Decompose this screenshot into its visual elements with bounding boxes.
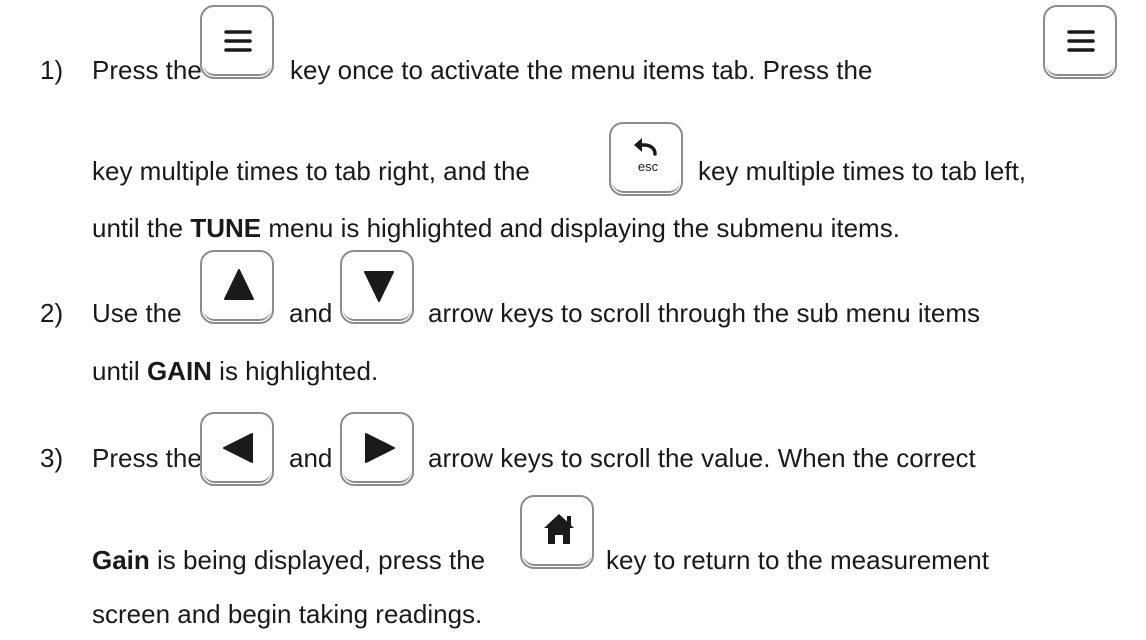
right-arrow-icon <box>365 433 395 463</box>
step-1-text: key multiple times to tab right, and the <box>92 156 530 186</box>
step-3-number: 3) <box>40 443 64 473</box>
back-esc-icon: esc <box>634 138 659 174</box>
step-1-text: key once to activate the menu items tab.… <box>290 55 873 85</box>
step-3-text: and <box>289 443 333 473</box>
right-key-button[interactable] <box>340 412 414 486</box>
menu-key-button[interactable] <box>200 5 274 79</box>
menu-key-button[interactable] <box>1043 5 1117 79</box>
step-2-text: and <box>289 298 333 328</box>
step-3-text: arrow keys to scroll the value. When the… <box>428 443 976 473</box>
esc-key-button[interactable]: esc <box>609 122 683 196</box>
step-3-text: Press the <box>92 443 202 473</box>
step-1-text: key multiple times to tab left, <box>698 156 1027 186</box>
step-3-text: screen and begin taking readings. <box>92 599 483 629</box>
up-key-button[interactable] <box>200 250 274 324</box>
left-key-button[interactable] <box>200 412 274 486</box>
step-1-number: 1) <box>40 55 64 85</box>
home-icon <box>544 514 574 544</box>
step-2-text: arrow keys to scroll through the sub men… <box>428 298 981 328</box>
down-key-button[interactable] <box>340 250 414 324</box>
step-1-text: Press the <box>92 55 202 85</box>
step-2-text: Use the <box>92 298 182 328</box>
step-2-number: 2) <box>40 298 64 328</box>
gain-label: GAIN <box>146 356 212 386</box>
gain-label: Gain <box>92 545 150 575</box>
down-arrow-icon <box>364 271 394 302</box>
left-arrow-icon <box>223 433 253 463</box>
step-3-text: Gain is being displayed, press the <box>92 545 486 575</box>
esc-label: esc <box>638 159 659 174</box>
tune-label: TUNE <box>190 213 262 243</box>
step-1-text: until the TUNE menu is highlighted and d… <box>92 213 900 243</box>
up-arrow-icon <box>224 269 254 300</box>
step-3-text: key to return to the measurement <box>606 545 989 575</box>
home-key-button[interactable] <box>520 495 594 569</box>
step-2-text: until GAIN is highlighted. <box>92 356 379 386</box>
menu-icon <box>224 30 252 52</box>
menu-icon <box>1067 30 1095 52</box>
